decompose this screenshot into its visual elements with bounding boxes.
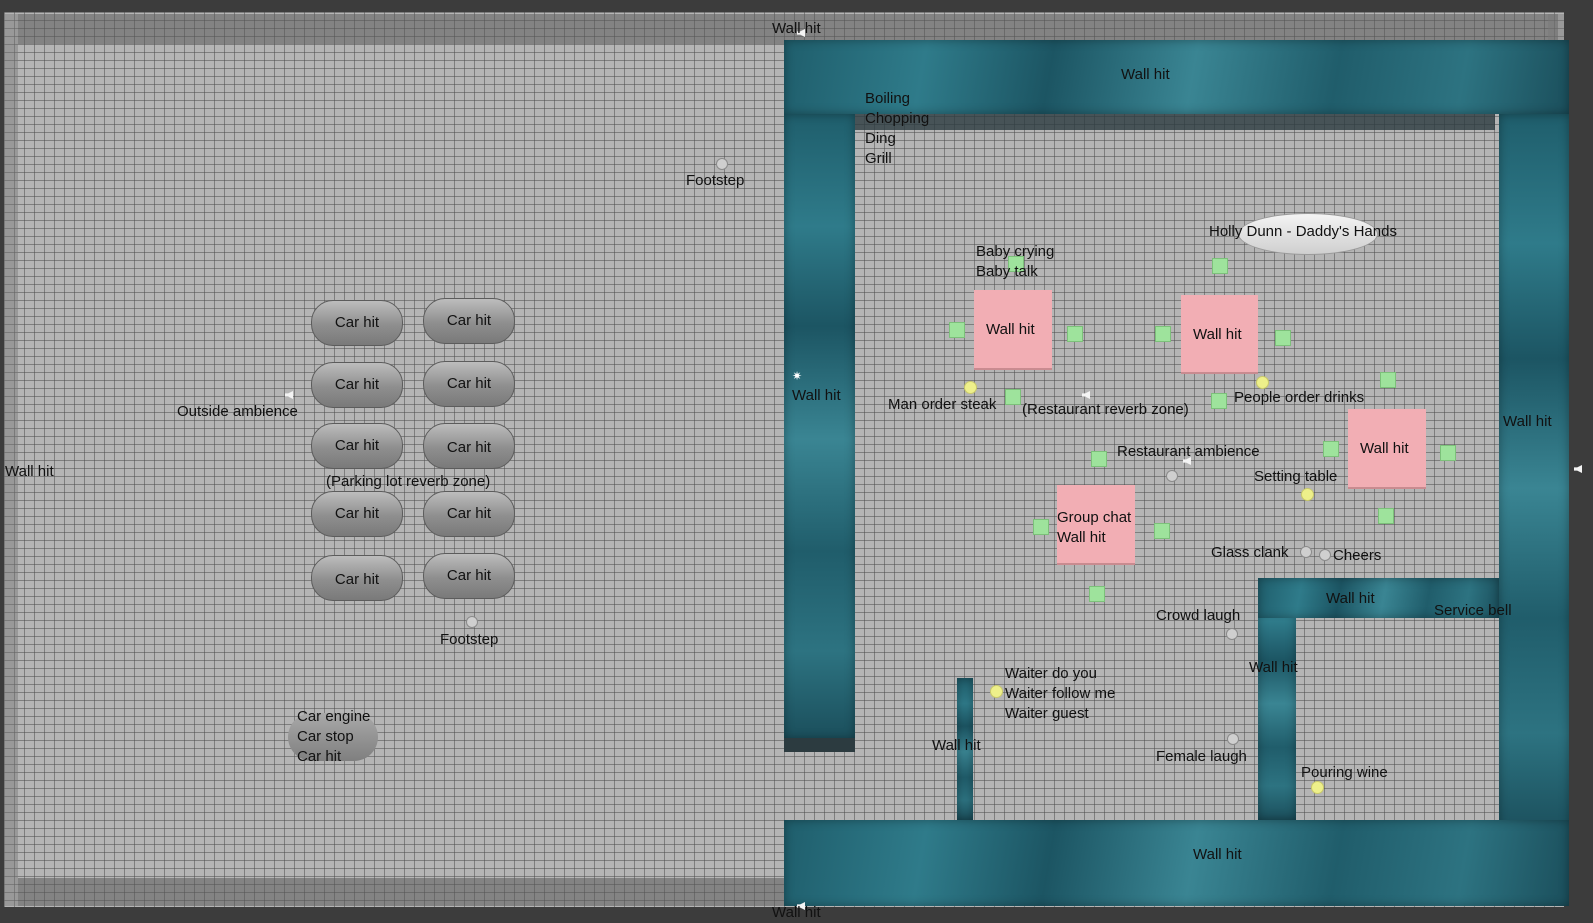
audio-source-marker[interactable] <box>1166 470 1178 482</box>
wall-shadow-left <box>784 738 855 752</box>
restaurant-wall-bottom <box>784 820 1569 906</box>
seat-marker <box>1033 519 1049 535</box>
wall-label: Wall hit <box>1121 66 1170 83</box>
car-collider[interactable]: Car hit <box>311 555 403 601</box>
audio-source-marker[interactable] <box>990 685 1003 698</box>
car-label: Car hit <box>334 376 380 393</box>
pouring-wine-label: Pouring wine <box>1301 764 1388 781</box>
audio-source-marker[interactable] <box>1319 549 1331 561</box>
audio-source-marker[interactable] <box>716 158 728 170</box>
wall-label: Wall hit <box>1503 413 1552 430</box>
restaurant-reverb-zone-label: (Restaurant reverb zone) <box>1022 401 1189 418</box>
audio-source-marker[interactable] <box>1226 628 1238 640</box>
seat-marker <box>1275 330 1291 346</box>
car-label: Car hit <box>334 314 380 331</box>
footstep-label: Footstep <box>686 172 745 189</box>
seat-marker <box>1440 445 1456 461</box>
table-label: Wall hit <box>986 321 1035 338</box>
seat-marker <box>1154 523 1170 539</box>
wall-label-left: Wall hit <box>5 463 54 480</box>
seat-marker <box>1380 372 1396 388</box>
seat-marker <box>1323 441 1339 457</box>
car-collider[interactable]: Car hit <box>311 423 403 469</box>
outside-ambience-label: Outside ambience <box>177 403 298 420</box>
scene-viewport[interactable]: ✷ Car hit Car hit Car hit Car hit Car hi… <box>0 0 1593 923</box>
car-collider[interactable]: Car hit <box>423 298 515 344</box>
music-label: Holly Dunn - Daddy's Hands <box>1209 223 1397 240</box>
car-label: Car hit <box>446 567 492 584</box>
wall-label: Wall hit <box>1193 846 1242 863</box>
seat-marker <box>1211 393 1227 409</box>
car-sound-list: Car engine Car stop Car hit <box>297 708 371 765</box>
speaker-icon[interactable] <box>1574 465 1582 473</box>
wall-label-top: Wall hit <box>772 20 821 37</box>
light-icon[interactable]: ✷ <box>792 366 802 386</box>
baby-sound-list: Baby crying Baby talk <box>976 243 1055 280</box>
car-collider[interactable]: Car hit <box>423 361 515 407</box>
audio-source-marker[interactable] <box>466 616 478 628</box>
seat-marker <box>949 322 965 338</box>
restaurant-wall-right <box>1499 114 1569 834</box>
car-label: Car hit <box>334 571 380 588</box>
wall-label: Wall hit <box>932 737 981 754</box>
table-label: Wall hit <box>1193 326 1242 343</box>
wall-label: Wall hit <box>1326 590 1375 607</box>
table-label: Group chat Wall hit <box>1057 509 1132 546</box>
audio-source-marker[interactable] <box>1227 733 1239 745</box>
audio-source-marker[interactable] <box>1300 546 1312 558</box>
car-label: Car hit <box>334 505 380 522</box>
seat-marker <box>1089 586 1105 602</box>
wall-label: Wall hit <box>1249 659 1298 676</box>
car-collider[interactable]: Car hit <box>311 362 403 408</box>
crowd-laugh-label: Crowd laugh <box>1156 607 1241 624</box>
setting-table-label: Setting table <box>1254 468 1338 485</box>
people-order-drinks-label: People order drinks <box>1234 389 1365 406</box>
table-label: Wall hit <box>1360 440 1409 457</box>
restaurant-wall-left <box>784 114 855 739</box>
outer-wall-left <box>4 14 18 906</box>
restaurant-ambience-label: Restaurant ambience <box>1117 443 1260 460</box>
wall-label-bottom: Wall hit <box>772 904 821 921</box>
car-collider[interactable]: Car hit <box>311 300 403 346</box>
parking-reverb-zone-label: (Parking lot reverb zone) <box>326 473 491 490</box>
seat-marker <box>1005 389 1021 405</box>
female-laugh-label: Female laugh <box>1156 748 1247 765</box>
footstep-label: Footstep <box>440 631 499 648</box>
car-collider[interactable]: Car hit <box>423 423 515 469</box>
car-label: Car hit <box>446 439 492 456</box>
seat-marker <box>1378 508 1394 524</box>
seat-marker <box>1091 451 1107 467</box>
waiter-sound-list: Waiter do you Waiter follow me Waiter gu… <box>1005 665 1116 722</box>
glass-clank-label: Glass clank <box>1211 544 1289 561</box>
kitchen-sound-list: Boiling Chopping Ding Grill <box>865 90 930 167</box>
seat-marker <box>1067 326 1083 342</box>
man-order-steak-label: Man order steak <box>888 396 997 413</box>
car-label: Car hit <box>446 505 492 522</box>
wall-shadow-top <box>855 114 1495 130</box>
car-label: Car hit <box>334 437 380 454</box>
audio-source-marker[interactable] <box>1301 488 1314 501</box>
seat-marker <box>1212 258 1228 274</box>
cheers-label: Cheers <box>1333 547 1382 564</box>
wall-label: Wall hit <box>792 387 841 404</box>
car-collider[interactable]: Car hit <box>423 491 515 537</box>
car-label: Car hit <box>446 375 492 392</box>
service-bell-label: Service bell <box>1434 602 1512 619</box>
car-collider[interactable]: Car hit <box>311 491 403 537</box>
audio-source-marker[interactable] <box>964 381 977 394</box>
seat-marker <box>1155 326 1171 342</box>
car-label: Car hit <box>446 312 492 329</box>
car-collider[interactable]: Car hit <box>423 553 515 599</box>
